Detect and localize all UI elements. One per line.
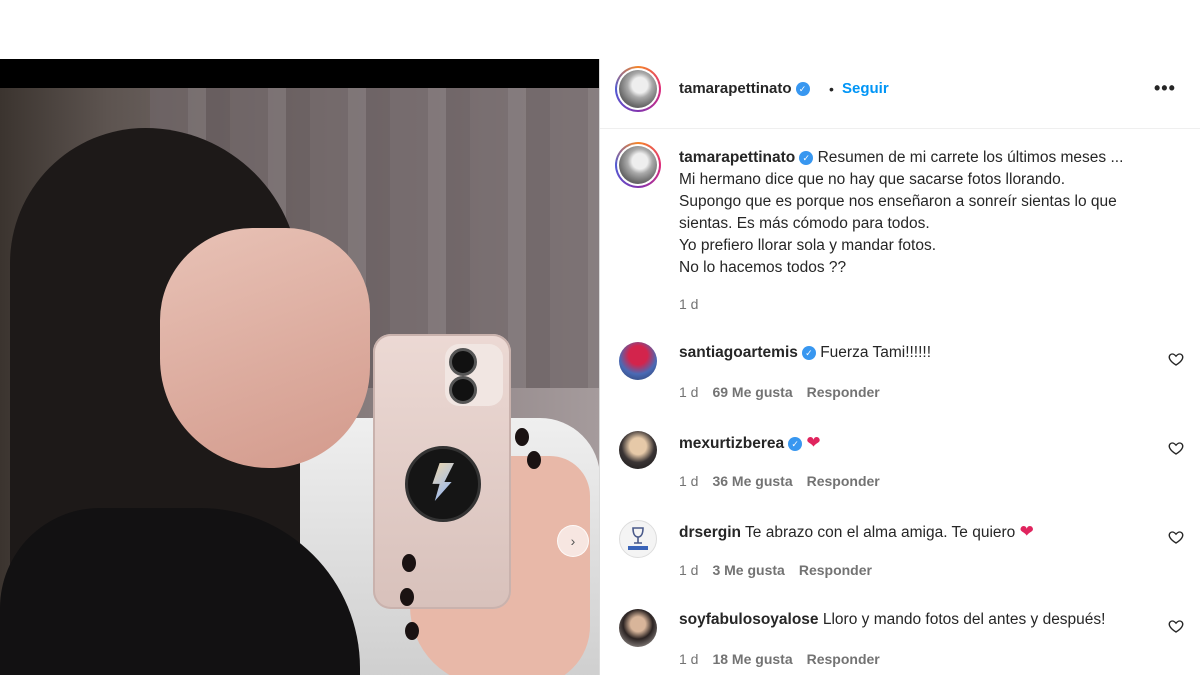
verified-badge-icon: ✓: [788, 436, 803, 451]
comment-likes[interactable]: 69 Me gusta: [712, 384, 792, 400]
comment-text: Lloro y mando fotos del antes y después!: [822, 611, 1106, 628]
red-heart-emoji: ❤: [806, 433, 821, 452]
lens-icon: [449, 376, 477, 404]
comment-username[interactable]: soyfabulosoyalose: [679, 611, 819, 628]
caption-line: sientas. Es más cómodo para todos.: [679, 215, 930, 232]
lens-icon: [449, 348, 477, 376]
phone-grip: [405, 446, 481, 522]
post-photo: [0, 88, 599, 675]
comment-time[interactable]: 1 d: [679, 562, 698, 578]
comment-meta: 1 d 3 Me gusta Responder: [679, 562, 872, 578]
comment-row: soyfabulosoyalose Lloro y mando fotos de…: [679, 611, 1105, 629]
verified-badge-icon: ✓: [801, 345, 816, 360]
comment-row: drsergin Te abrazo con el alma amiga. Te…: [679, 522, 1034, 542]
comment-time[interactable]: 1 d: [679, 473, 698, 489]
comment-text: Te abrazo con el alma amiga. Te quiero: [745, 524, 1016, 541]
face-shape: [160, 228, 370, 468]
follow-button[interactable]: Seguir: [842, 80, 889, 97]
nail-shape: [402, 554, 416, 572]
caption-avatar[interactable]: [615, 142, 661, 188]
caption-line: Resumen de mi carrete los últimos meses …: [817, 149, 1124, 166]
comment-avatar[interactable]: [619, 520, 657, 558]
lightning-logo-icon: [432, 463, 454, 501]
nail-shape: [515, 428, 529, 446]
comment-text: Fuerza Tami!!!!!!: [820, 344, 932, 361]
heart-outline-icon[interactable]: [1168, 440, 1184, 456]
comment-username[interactable]: drsergin: [679, 524, 741, 541]
comment-row: santiagoartemis ✓ Fuerza Tami!!!!!!: [679, 344, 931, 362]
verified-badge-icon: ✓: [795, 82, 810, 97]
chevron-right-icon: ›: [570, 533, 576, 549]
reply-button[interactable]: Responder: [807, 651, 880, 667]
post-header: tamarapettinato ✓ • Seguir •••: [600, 59, 1200, 129]
post-caption: tamarapettinato ✓ Resumen de mi carrete l…: [679, 147, 1179, 279]
verified-badge-icon: ✓: [799, 150, 814, 165]
heart-outline-icon[interactable]: [1168, 351, 1184, 367]
reply-button[interactable]: Responder: [807, 384, 880, 400]
wine-glass-logo-icon: [628, 527, 648, 550]
comment-avatar[interactable]: [619, 342, 657, 380]
caption-timestamp[interactable]: 1 d: [679, 296, 698, 312]
comment-time[interactable]: 1 d: [679, 651, 698, 667]
avatar-image: [619, 70, 657, 108]
post-media[interactable]: ›: [0, 59, 599, 675]
avatar[interactable]: [615, 66, 661, 112]
comment-meta: 1 d 36 Me gusta Responder: [679, 473, 880, 489]
post-side-panel: tamarapettinato ✓ • Seguir ••• tamarapett…: [599, 59, 1200, 675]
nail-shape: [527, 451, 541, 469]
author-username[interactable]: tamarapettinato ✓: [679, 80, 810, 97]
phone-shape: [373, 334, 511, 609]
caption-line: Yo prefiero llorar sola y mandar fotos.: [679, 237, 937, 254]
caption-line: No lo hacemos todos ??: [679, 259, 847, 276]
reply-button[interactable]: Responder: [807, 473, 880, 489]
reply-button[interactable]: Responder: [799, 562, 872, 578]
avatar-image: [619, 146, 657, 184]
comment-likes[interactable]: 3 Me gusta: [712, 562, 784, 578]
comment-meta: 1 d 69 Me gusta Responder: [679, 384, 880, 400]
comment-avatar[interactable]: [619, 609, 657, 647]
comment-likes[interactable]: 36 Me gusta: [712, 473, 792, 489]
comment-row: mexurtizberea ✓ ❤: [679, 433, 821, 453]
comment-username[interactable]: mexurtizberea: [679, 435, 784, 452]
nail-shape: [405, 622, 419, 640]
heart-outline-icon[interactable]: [1168, 529, 1184, 545]
separator-dot: •: [829, 81, 834, 97]
comment-time[interactable]: 1 d: [679, 384, 698, 400]
phone-camera: [445, 344, 503, 406]
more-options-icon[interactable]: •••: [1154, 78, 1176, 99]
caption-line: Supongo que es porque nos enseñaron a so…: [679, 193, 1117, 210]
nail-shape: [400, 588, 414, 606]
heart-outline-icon[interactable]: [1168, 618, 1184, 634]
comment-avatar[interactable]: [619, 431, 657, 469]
red-heart-emoji: ❤: [1019, 522, 1034, 541]
next-media-button[interactable]: ›: [557, 525, 589, 557]
comment-meta: 1 d 18 Me gusta Responder: [679, 651, 880, 667]
comment-likes[interactable]: 18 Me gusta: [712, 651, 792, 667]
caption-username[interactable]: tamarapettinato: [679, 149, 795, 166]
comment-username[interactable]: santiagoartemis: [679, 344, 798, 361]
caption-line: Mi hermano dice que no hay que sacarse f…: [679, 171, 1066, 188]
